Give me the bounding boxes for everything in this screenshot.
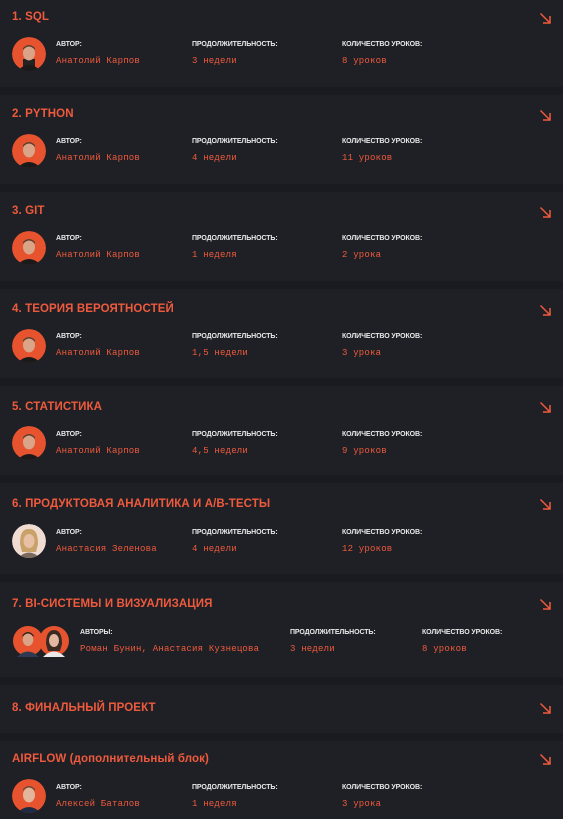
author-avatar (12, 37, 46, 71)
duration-value: 4,5 недели (192, 446, 249, 456)
duration-label: ПРОДОЛЖИТЕЛЬНОСТЬ: (192, 529, 278, 536)
lessons-label: КОЛИЧЕСТВО УРОКОВ: (342, 235, 423, 242)
arrow-down-right-icon[interactable] (539, 109, 552, 122)
module-title[interactable]: 4. ТЕОРИЯ ВЕРОЯТНОСТЕЙ (12, 303, 174, 315)
author-avatar (12, 231, 46, 265)
author-avatar (12, 134, 46, 168)
author-label: АВТОР: (56, 41, 82, 48)
duration-value: 4 недели (192, 153, 237, 163)
arrow-down-right-icon[interactable] (539, 598, 552, 611)
lessons-label: КОЛИЧЕСТВО УРОКОВ: (342, 529, 423, 536)
module-title[interactable]: 8. ФИНАЛЬНЫЙ ПРОЕКТ (12, 702, 156, 714)
author-label: АВТОР: (56, 784, 82, 791)
author-name: Алексей Баталов (56, 799, 141, 809)
author-label: АВТОР: (56, 333, 82, 340)
author-avatar (12, 329, 46, 363)
authors-avatars (12, 625, 70, 657)
duration-label: ПРОДОЛЖИТЕЛЬНОСТЬ: (192, 333, 278, 340)
lessons-value: 8 уроков (342, 56, 387, 66)
module-title[interactable]: 6. ПРОДУКТОВАЯ АНАЛИТИКА И А/В-ТЕСТЫ (12, 498, 270, 510)
duration-label: ПРОДОЛЖИТЕЛЬНОСТЬ: (192, 41, 278, 48)
module-card[interactable]: 7. BI-СИСТЕМЫ И ВИЗУАЛИЗАЦИЯ АВТОРЫ: Ром… (0, 582, 563, 677)
lessons-value: 12 уроков (342, 544, 393, 554)
module-card[interactable]: 4. ТЕОРИЯ ВЕРОЯТНОСТЕЙ АВТОР: Анатолий К… (0, 289, 563, 378)
module-card[interactable]: 6. ПРОДУКТОВАЯ АНАЛИТИКА И А/В-ТЕСТЫ АВТ… (0, 483, 563, 574)
duration-label: ПРОДОЛЖИТЕЛЬНОСТЬ: (192, 431, 278, 438)
module-title[interactable]: 2. PYTHON (12, 108, 74, 120)
duration-value: 4 недели (192, 544, 237, 554)
lessons-label: КОЛИЧЕСТВО УРОКОВ: (342, 431, 423, 438)
arrow-down-right-icon[interactable] (539, 206, 552, 219)
lessons-value: 8 уроков (422, 644, 467, 654)
module-title[interactable]: 5. СТАТИСТИКА (12, 401, 102, 413)
author-name: Анатолий Карпов (56, 56, 141, 66)
duration-label: ПРОДОЛЖИТЕЛЬНОСТЬ: (192, 784, 278, 791)
arrow-down-right-icon[interactable] (539, 12, 552, 25)
lessons-value: 3 урока (342, 799, 382, 809)
duration-value: 1 неделя (192, 799, 237, 809)
lessons-value: 2 урока (342, 250, 382, 260)
duration-value: 3 недели (290, 644, 335, 654)
module-card[interactable]: 8. ФИНАЛЬНЫЙ ПРОЕКТ (0, 685, 563, 733)
module-card[interactable]: 2. PYTHON АВТОР: Анатолий Карпов ПРОДОЛЖ… (0, 95, 563, 184)
author-name: Анатолий Карпов (56, 446, 141, 456)
duration-value: 1,5 недели (192, 348, 249, 358)
lessons-label: КОЛИЧЕСТВО УРОКОВ: (342, 784, 423, 791)
arrow-down-right-icon[interactable] (539, 753, 552, 766)
author-label: АВТОР: (56, 529, 82, 536)
module-title[interactable]: AIRFLOW (дополнительный блок) (12, 753, 209, 765)
author-avatar (12, 779, 46, 813)
author-name: Анастасия Зеленова (56, 544, 157, 554)
module-title[interactable]: 3. GIT (12, 205, 45, 217)
duration-label: ПРОДОЛЖИТЕЛЬНОСТЬ: (192, 235, 278, 242)
module-card[interactable]: AIRFLOW (дополнительный блок) АВТОР: Але… (0, 741, 563, 819)
author-name: Анатолий Карпов (56, 250, 141, 260)
lessons-value: 11 уроков (342, 153, 393, 163)
lessons-label: КОЛИЧЕСТВО УРОКОВ: (342, 41, 423, 48)
author-name: Анатолий Карпов (56, 153, 141, 163)
author-name: Роман Бунин, Анастасия Кузнецова (80, 644, 260, 654)
arrow-down-right-icon[interactable] (539, 304, 552, 317)
course-module-list: 1. SQL АВТОР: Анатолий Карпов ПРОДОЛЖИТЕ… (0, 0, 563, 819)
author-label: АВТОР: (56, 138, 82, 145)
author-label: АВТОР: (56, 235, 82, 242)
lessons-label: КОЛИЧЕСТВО УРОКОВ: (422, 629, 503, 636)
lessons-label: КОЛИЧЕСТВО УРОКОВ: (342, 138, 423, 145)
authors-label: АВТОРЫ: (80, 629, 113, 636)
arrow-down-right-icon[interactable] (539, 401, 552, 414)
arrow-down-right-icon[interactable] (539, 702, 552, 715)
module-card[interactable]: 3. GIT АВТОР: Анатолий Карпов ПРОДОЛЖИТЕ… (0, 192, 563, 281)
module-title[interactable]: 7. BI-СИСТЕМЫ И ВИЗУАЛИЗАЦИЯ (12, 598, 213, 610)
module-title[interactable]: 1. SQL (12, 11, 49, 23)
author-label: АВТОР: (56, 431, 82, 438)
module-card[interactable]: 1. SQL АВТОР: Анатолий Карпов ПРОДОЛЖИТЕ… (0, 0, 563, 87)
duration-value: 3 недели (192, 56, 237, 66)
arrow-down-right-icon[interactable] (539, 498, 552, 511)
module-card[interactable]: 5. СТАТИСТИКА АВТОР: Анатолий Карпов ПРО… (0, 386, 563, 475)
duration-label: ПРОДОЛЖИТЕЛЬНОСТЬ: (192, 138, 278, 145)
lessons-value: 3 урока (342, 348, 382, 358)
duration-label: ПРОДОЛЖИТЕЛЬНОСТЬ: (290, 629, 376, 636)
lessons-value: 9 уроков (342, 446, 387, 456)
duration-value: 1 неделя (192, 250, 237, 260)
author-name: Анатолий Карпов (56, 348, 141, 358)
author-avatar (12, 426, 46, 460)
author-avatar (12, 524, 46, 558)
lessons-label: КОЛИЧЕСТВО УРОКОВ: (342, 333, 423, 340)
